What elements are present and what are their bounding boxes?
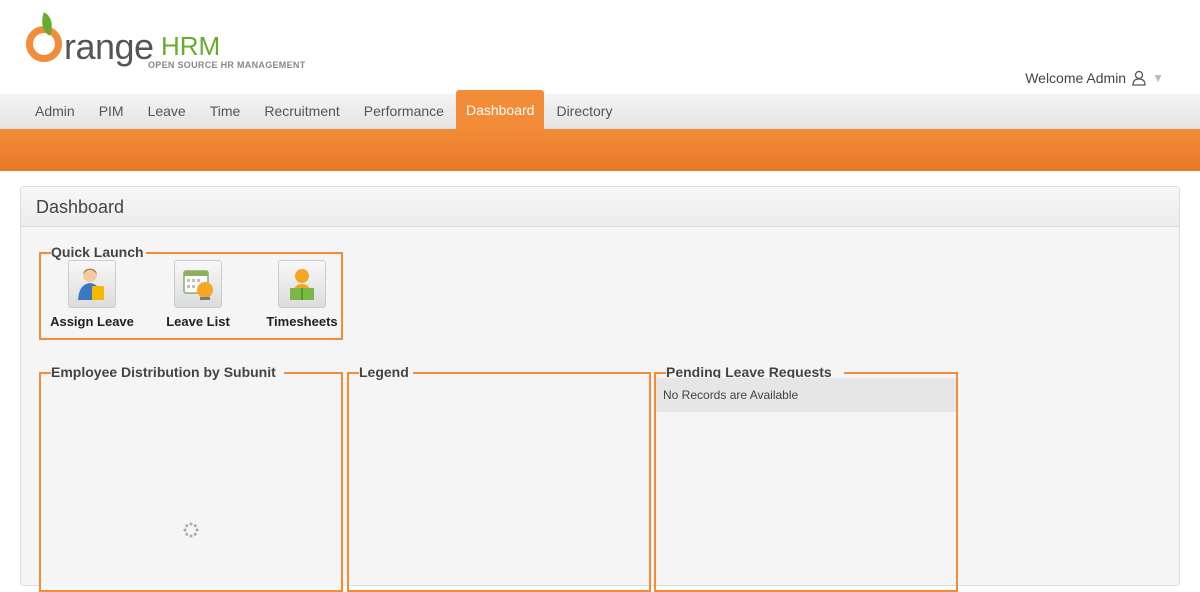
dashboard-panel: Dashboard Quick Launch Assign Leave Leav…: [20, 186, 1180, 592]
border-segment: [146, 252, 343, 254]
border-segment: [413, 372, 651, 374]
border-segment: [41, 372, 51, 374]
chevron-down-icon[interactable]: ▼: [1152, 71, 1164, 85]
border-segment: [41, 252, 51, 254]
logo-word: range: [64, 26, 154, 67]
assign-leave-label[interactable]: Assign Leave: [50, 314, 134, 329]
border-segment: [844, 372, 958, 374]
loading-spinner-icon: [183, 522, 199, 538]
logo-tagline: OPEN SOURCE HR MANAGEMENT: [148, 60, 306, 70]
leave-list-icon[interactable]: [174, 260, 222, 308]
leave-list-button[interactable]: Leave List: [155, 260, 241, 329]
quick-launch-box: Quick Launch Assign Leave Leave List Tim…: [39, 244, 345, 340]
header: range HRM OPEN SOURCE HR MANAGEMENT Welc…: [0, 0, 1200, 94]
quick-launch-title: Quick Launch: [51, 244, 144, 260]
main-menu: Admin PIM Leave Time Recruitment Perform…: [0, 90, 1200, 129]
submenu-bar: [0, 129, 1200, 171]
page-title: Dashboard: [36, 197, 125, 217]
orangehrm-logo[interactable]: range HRM OPEN SOURCE HR MANAGEMENT: [24, 12, 324, 74]
border-segment: [349, 372, 359, 374]
welcome-text[interactable]: Welcome Admin: [1025, 70, 1126, 86]
menu-directory[interactable]: Directory: [544, 94, 624, 129]
menu-admin[interactable]: Admin: [23, 94, 87, 129]
employee-distribution-chart-area: [41, 388, 341, 588]
menu-dashboard[interactable]: Dashboard: [455, 90, 545, 129]
pending-leave-requests-box: Pending Leave Requests No Records are Av…: [654, 364, 958, 592]
legend-title: Legend: [359, 364, 409, 380]
assign-leave-icon[interactable]: [68, 260, 116, 308]
leave-list-label[interactable]: Leave List: [166, 314, 230, 329]
legend-box: Legend: [347, 364, 651, 592]
border-segment: [284, 372, 343, 374]
employee-distribution-title: Employee Distribution by Subunit: [51, 364, 276, 380]
assign-leave-button[interactable]: Assign Leave: [49, 260, 135, 329]
menu-leave[interactable]: Leave: [136, 94, 198, 129]
menu-pim[interactable]: PIM: [87, 94, 136, 129]
panel-header: Dashboard: [21, 187, 1179, 227]
no-records-message: No Records are Available: [656, 378, 956, 412]
logo-hrm: HRM: [161, 31, 221, 61]
timesheets-label[interactable]: Timesheets: [266, 314, 337, 329]
menu-time[interactable]: Time: [198, 94, 253, 129]
welcome-menu[interactable]: Welcome Admin ▼: [1025, 70, 1164, 86]
border-segment: [656, 372, 666, 374]
timesheets-icon[interactable]: [278, 260, 326, 308]
user-icon: [1132, 70, 1146, 86]
timesheets-button[interactable]: Timesheets: [259, 260, 345, 329]
menu-recruitment[interactable]: Recruitment: [252, 94, 351, 129]
employee-distribution-box: Employee Distribution by Subunit: [39, 364, 343, 592]
menu-performance[interactable]: Performance: [352, 94, 456, 129]
